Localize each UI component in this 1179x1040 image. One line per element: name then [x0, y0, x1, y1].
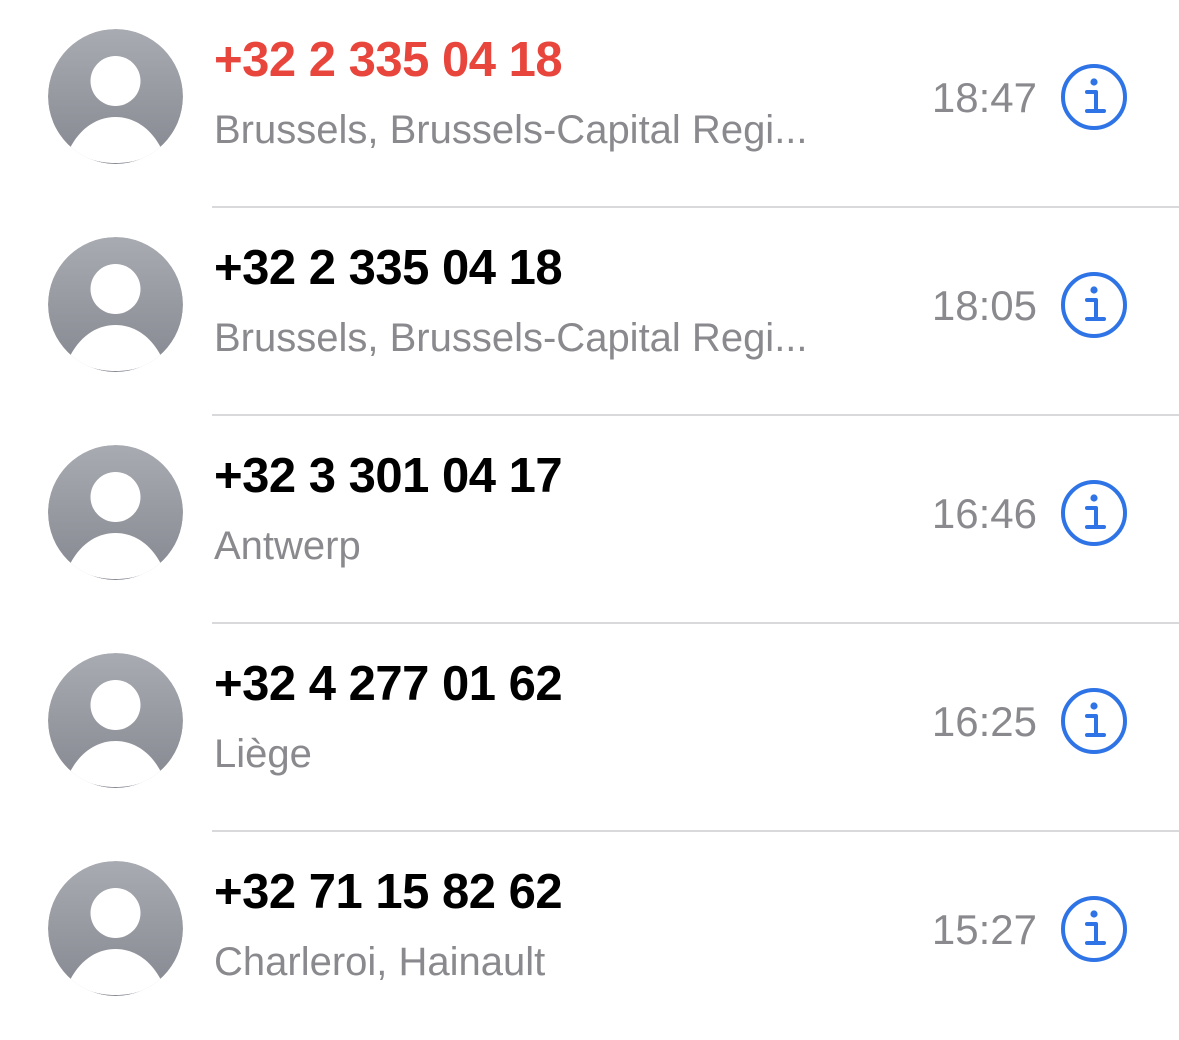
call-row[interactable]: +32 4 277 01 62 Liège 16:25 — [0, 624, 1179, 832]
person-placeholder-icon[interactable] — [48, 653, 183, 788]
info-circle-icon[interactable] — [1060, 63, 1128, 131]
person-placeholder-icon[interactable] — [48, 29, 183, 164]
info-circle-icon[interactable] — [1060, 687, 1128, 755]
call-time: 18:05 — [931, 282, 1037, 329]
caller-number: +32 3 301 04 17 — [214, 449, 563, 503]
caller-number: +32 4 277 01 62 — [214, 657, 563, 711]
call-time: 15:27 — [931, 906, 1037, 953]
call-row[interactable]: +32 71 15 82 62 Charleroi, Hainault 15:2… — [0, 832, 1179, 1040]
info-circle-icon[interactable] — [1060, 895, 1128, 963]
recent-calls-list: +32 2 335 04 18 Brussels, Brussels-Capit… — [0, 0, 1179, 1024]
caller-number: +32 71 15 82 62 — [214, 865, 563, 919]
caller-number: +32 2 335 04 18 — [214, 241, 563, 295]
caller-location: Brussels, Brussels-Capital Regi... — [214, 316, 808, 360]
call-row[interactable]: +32 3 301 04 17 Antwerp 16:46 — [0, 416, 1179, 624]
call-row[interactable]: +32 2 335 04 18 Brussels, Brussels-Capit… — [0, 0, 1179, 208]
person-placeholder-icon[interactable] — [48, 237, 183, 372]
caller-location: Charleroi, Hainault — [214, 940, 546, 984]
call-row[interactable]: +32 2 335 04 18 Brussels, Brussels-Capit… — [0, 208, 1179, 416]
person-placeholder-icon[interactable] — [48, 861, 183, 996]
info-circle-icon[interactable] — [1060, 479, 1128, 547]
info-circle-icon[interactable] — [1060, 271, 1128, 339]
caller-number: +32 2 335 04 18 — [214, 33, 563, 87]
call-time: 16:46 — [931, 490, 1037, 537]
caller-location: Liège — [214, 732, 312, 776]
caller-location: Brussels, Brussels-Capital Regi... — [214, 108, 808, 152]
caller-location: Antwerp — [214, 524, 361, 568]
call-time: 16:25 — [931, 698, 1037, 745]
person-placeholder-icon[interactable] — [48, 445, 183, 580]
call-time: 18:47 — [931, 74, 1037, 121]
